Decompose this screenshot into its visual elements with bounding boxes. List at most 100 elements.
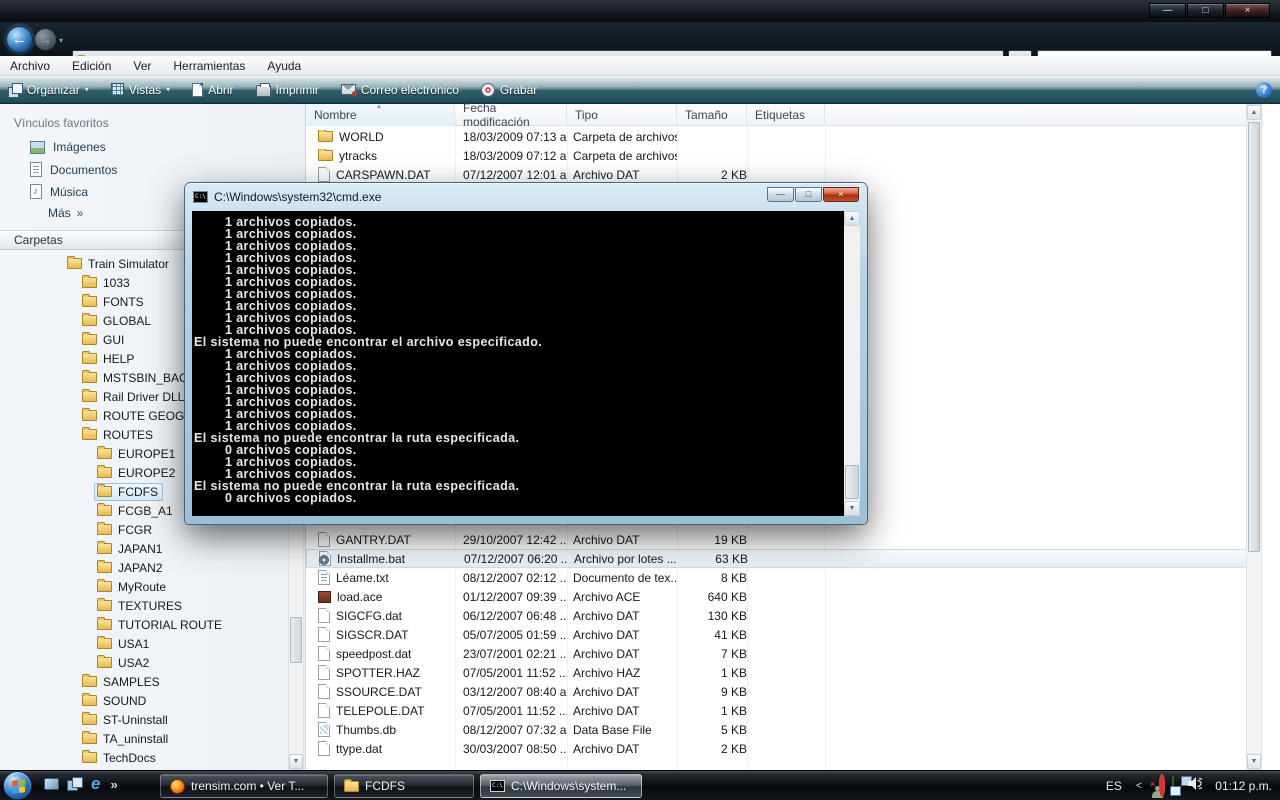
tree-item-fcdfs[interactable]: FCDFS [94,482,163,501]
show-desktop-icon[interactable] [44,778,59,790]
volume-icon[interactable] [1188,777,1202,795]
clock[interactable]: 01:12 p.m. [1215,779,1272,793]
file-row-installme.bat[interactable]: Installme.bat07/12/2007 06:20 ...Archivo… [306,549,1262,568]
cmd-scroll-thumb[interactable] [845,465,859,499]
file-row-thumbs.db[interactable]: Thumbs.db08/12/2007 07:32 a...Data Base … [306,720,1262,739]
toolbar-button-abrir[interactable]: Abrir [192,83,233,97]
tree-scroll-thumb[interactable] [290,617,302,663]
file-row-ttype.dat[interactable]: ttype.dat30/03/2007 08:50 ...Archivo DAT… [306,739,1262,758]
tree-item-content: Train Simulator [64,255,174,273]
column-header-nombre[interactable]: Nombre▲ [306,104,455,126]
file-row-léame.txt[interactable]: Léame.txt08/12/2007 02:12 ...Documento d… [306,568,1262,587]
file-row-world[interactable]: WORLD18/03/2009 07:13 a...Carpeta de arc… [306,127,1262,146]
tree-item-tutorial-route[interactable]: TUTORIAL ROUTE [94,615,227,634]
tree-item-1033[interactable]: 1033 [79,273,135,292]
folder-icon [82,353,97,364]
cmd-scrollbar[interactable]: ▲ ▼ [844,211,860,516]
tree-item-st-uninstall[interactable]: ST-Uninstall [79,710,173,729]
toolbar-button-vistas[interactable]: Vistas▾ [111,83,170,97]
file-row-spotter.haz[interactable]: SPOTTER.HAZ07/05/2001 11:52 ...Archivo H… [306,663,1262,682]
tree-item-help[interactable]: HELP [79,349,139,368]
internet-explorer-icon[interactable]: e [91,776,100,792]
cmd-titlebar[interactable]: C:\ C:\Windows\system32\cmd.exe — □ × [185,183,867,211]
menu-item-archivo[interactable]: Archivo [10,59,50,73]
cmd-window[interactable]: C:\ C:\Windows\system32\cmd.exe — □ × 1 … [185,183,867,524]
tree-item-gui[interactable]: GUI [79,330,129,349]
file-name-cell: ttype.dat [306,741,455,756]
start-button[interactable] [3,771,32,800]
file-row-ytracks[interactable]: ytracks18/03/2009 07:12 a...Carpeta de a… [306,146,1262,165]
menu-item-ayuda[interactable]: Ayuda [267,59,301,73]
file-row-load.ace[interactable]: load.ace01/12/2007 09:39 ...Archivo ACE6… [306,587,1262,606]
cmd-close-button[interactable]: × [823,187,859,202]
list-scrollbar[interactable]: ▲ ▼ [1246,104,1262,770]
tree-item-ta_uninstall[interactable]: TA_uninstall [79,729,173,748]
file-row-sigscr.dat[interactable]: SIGSCR.DAT05/07/2005 01:59 ...Archivo DA… [306,625,1262,644]
forward-button[interactable]: → [34,28,57,51]
sidebar-item-documentos[interactable]: Documentos [30,162,117,177]
list-scroll-up-icon[interactable]: ▲ [1247,105,1261,120]
tree-item-fcgr[interactable]: FCGR [94,520,157,539]
list-scroll-down-icon[interactable]: ▼ [1247,754,1261,769]
close-button[interactable]: × [1225,3,1270,18]
cmd-console[interactable]: 1 archivos copiados. 1 archivos copiados… [192,211,860,516]
menu-item-herramientas[interactable]: Herramientas [173,59,245,73]
cmd-scroll-down-icon[interactable]: ▼ [844,501,860,516]
toolbar-button-grabar[interactable]: Grabar [481,83,537,97]
cmd-minimize-button[interactable]: — [767,187,794,202]
file-row-ssource.dat[interactable]: SSOURCE.DAT03/12/2007 08:40 a...Archivo … [306,682,1262,701]
column-header-etiquetas[interactable]: Etiquetas [747,104,825,126]
quick-launch-more-icon[interactable]: » [110,777,117,792]
minimize-button[interactable]: — [1149,3,1186,18]
toolbar-button-organizar[interactable]: Organizar▾ [8,83,89,97]
tree-item-rail-driver-dlls[interactable]: Rail Driver DLLs [79,387,195,406]
sidebar-item-música[interactable]: Música [30,184,88,199]
tray-expand-icon[interactable]: < [1136,780,1142,792]
column-header-fecha-modificación[interactable]: Fecha modificación [455,104,567,126]
taskbar-task-2[interactable]: FCDFS [334,774,474,798]
folder-icon [67,258,82,269]
tree-item-europe1[interactable]: EUROPE1 [94,444,180,463]
file-row-sigcfg.dat[interactable]: SIGCFG.dat06/12/2007 06:48 ...Archivo DA… [306,606,1262,625]
toolbar-button-imprimir[interactable]: Imprimir [256,83,319,97]
file-row-gantry.dat[interactable]: GANTRY.DAT29/10/2007 12:42 ...Archivo DA… [306,530,1262,549]
tree-item-myroute[interactable]: MyRoute [94,577,171,596]
tree-item-fcgb_a1[interactable]: FCGB_A1 [94,501,178,520]
menu-item-ver[interactable]: Ver [133,59,151,73]
file-row-carspawn.dat[interactable]: CARSPAWN.DAT07/12/2007 12:01 a...Archivo… [306,165,1262,184]
sidebar-item-imágenes[interactable]: Imágenes [30,140,106,154]
sidebar-item-more[interactable]: Más » [48,206,82,220]
tree-scroll-down-icon[interactable]: ▼ [289,754,303,769]
tree-item-sound[interactable]: SOUND [79,691,151,710]
recent-pages-caret-icon[interactable]: ▾ [59,36,63,45]
column-header-tamaño[interactable]: Tamaño [677,104,747,126]
tree-item-japan1[interactable]: JAPAN1 [94,539,167,558]
language-indicator[interactable]: ES [1106,779,1122,793]
tree-item-train-simulator[interactable]: Train Simulator [64,254,174,273]
app-ring-icon[interactable] [1159,777,1165,795]
tree-item-fonts[interactable]: FONTS [79,292,149,311]
back-button[interactable]: ← [6,26,33,53]
file-row-telepole.dat[interactable]: TELEPOLE.DAT07/05/2001 11:52 ...Archivo … [306,701,1262,720]
taskbar-task-1[interactable]: trensim.com • Ver T... [160,774,328,798]
column-header-tipo[interactable]: Tipo [567,104,677,126]
tree-item-routes[interactable]: ROUTES [79,425,158,444]
cmd-maximize-button[interactable]: □ [795,187,822,202]
list-scroll-thumb[interactable] [1248,122,1260,552]
tree-item-usa2[interactable]: USA2 [94,653,154,672]
maximize-button[interactable]: □ [1187,3,1224,18]
file-row-speedpost.dat[interactable]: speedpost.dat23/07/2001 02:21 ...Archivo… [306,644,1262,663]
help-icon[interactable]: ? [1256,82,1272,98]
tree-item-textures[interactable]: TEXTURES [94,596,187,615]
toolbar-button-correo-electrónico[interactable]: Correo electrónico [341,83,459,97]
tree-item-samples[interactable]: SAMPLES [79,672,165,691]
tree-item-techdocs[interactable]: TechDocs [79,748,161,767]
tree-item-europe2[interactable]: EUROPE2 [94,463,180,482]
tree-item-usa1[interactable]: USA1 [94,634,154,653]
tree-item-global[interactable]: GLOBAL [79,311,156,330]
taskbar-task-3[interactable]: C:\C:\Windows\system... [480,774,642,798]
menu-item-edición[interactable]: Edición [72,59,111,73]
cmd-scroll-up-icon[interactable]: ▲ [844,211,860,226]
tree-item-japan2[interactable]: JAPAN2 [94,558,167,577]
switch-windows-icon[interactable] [67,777,83,791]
